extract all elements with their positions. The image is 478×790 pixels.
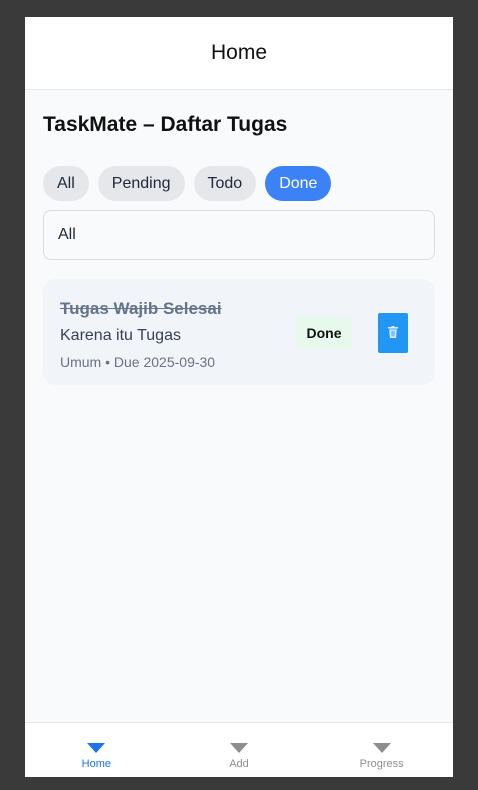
nav-item-home[interactable]: Home (25, 723, 168, 777)
nav-label-progress: Progress (359, 758, 404, 770)
app-header: Home (25, 17, 453, 90)
header-title: Home (210, 41, 268, 64)
filter-chip-todo[interactable]: Todo (193, 166, 257, 201)
task-card[interactable]: Tugas Wajib Selesai Karena itu Tugas Umu… (43, 279, 435, 385)
filter-chip-all[interactable]: All (43, 166, 89, 201)
bottom-nav: Home Add Progress (25, 722, 453, 777)
filter-select[interactable]: All (43, 210, 435, 260)
task-meta: Umum • Due 2025-09-30 (60, 354, 216, 370)
triangle-down-icon (372, 743, 391, 753)
nav-item-progress[interactable]: Progress (310, 723, 453, 777)
triangle-down-icon (87, 743, 106, 753)
status-badge: Done (296, 317, 352, 349)
nav-item-add[interactable]: Add (168, 723, 311, 777)
trash-icon (388, 325, 398, 341)
triangle-down-icon (230, 743, 248, 753)
delete-button[interactable] (378, 313, 408, 353)
task-title: Tugas Wajib Selesai (60, 299, 222, 318)
nav-label-home: Home (81, 758, 111, 770)
page-title: TaskMate – Daftar Tugas (43, 113, 288, 136)
nav-label-add: Add (229, 758, 249, 770)
task-description: Karena itu Tugas (60, 327, 181, 344)
filter-chip-pending[interactable]: Pending (97, 166, 185, 201)
filter-chip-done[interactable]: Done (265, 166, 332, 201)
app-screen: Home TaskMate – Daftar Tugas All Pending… (25, 17, 453, 777)
filter-chips: All Pending Todo Done (43, 166, 332, 201)
filter-select-value: All (58, 226, 76, 243)
